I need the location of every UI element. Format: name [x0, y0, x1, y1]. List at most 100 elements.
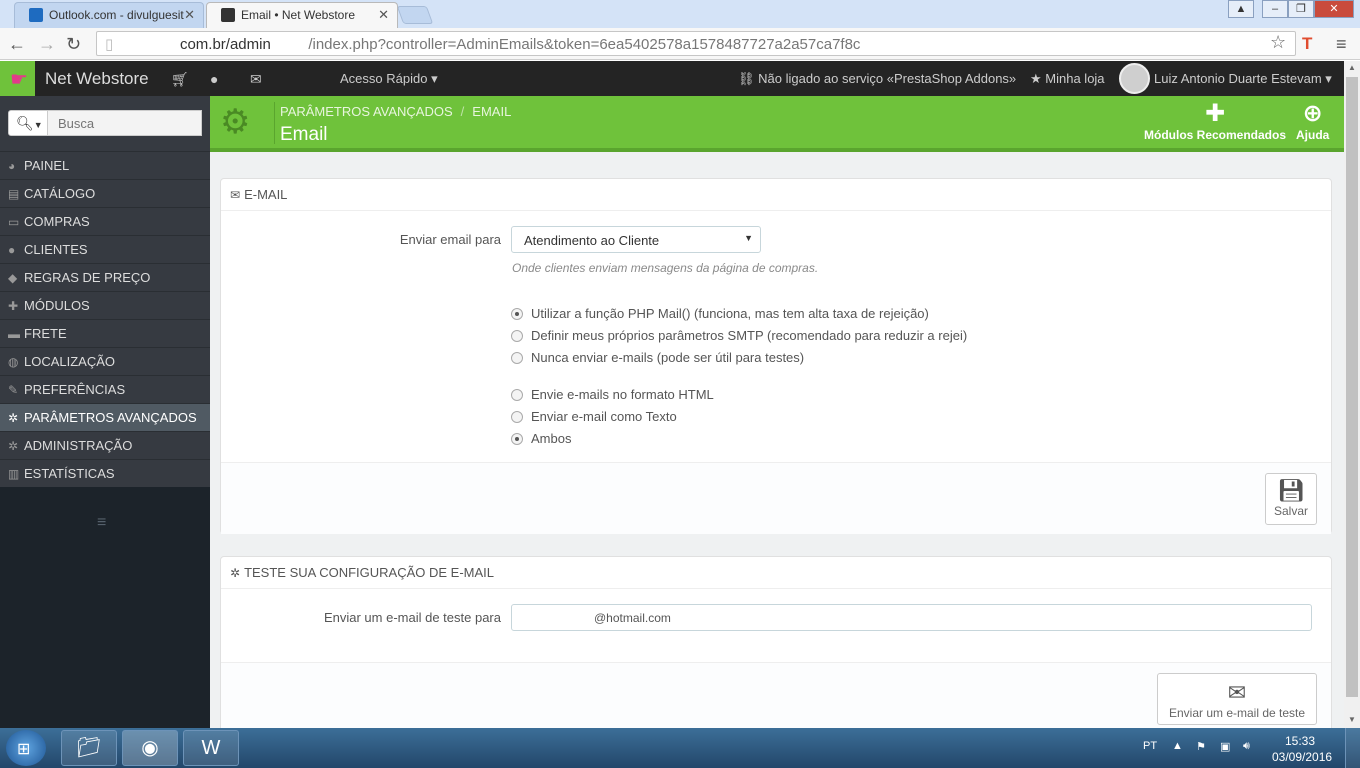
- cart-icon[interactable]: 🛒︎: [171, 71, 189, 88]
- volume-icon[interactable]: 🔊︎: [1243, 740, 1250, 753]
- admin-header: ☛ Net Webstore 🛒︎ ● ✉ Acesso Rápido ▾ ⛓ …: [0, 61, 1344, 96]
- avatar[interactable]: [1119, 63, 1150, 94]
- radio-button[interactable]: [511, 352, 523, 364]
- recommended-modules-button[interactable]: ✚ Módulos Recomendados: [1144, 100, 1286, 142]
- page-scrollbar[interactable]: ▲ ▼: [1344, 61, 1360, 728]
- minimize-button[interactable]: –: [1262, 0, 1288, 18]
- sidebar-search: 🔍︎▼: [0, 96, 210, 151]
- browser-tab-outlook[interactable]: Outlook.com - divulguesit ✕: [14, 2, 204, 28]
- system-clock[interactable]: 15:33 03/09/2016: [1272, 733, 1332, 765]
- send-email-to-select[interactable]: Atendimento ao Cliente ▼: [511, 226, 761, 253]
- envelope-icon[interactable]: ✉: [250, 71, 262, 88]
- sidebar-item-11[interactable]: ▥ ESTATÍSTICAS: [0, 459, 210, 487]
- shop-name[interactable]: Net Webstore: [45, 69, 149, 89]
- hand-pointer-icon: ☛: [10, 69, 28, 91]
- sidebar-item-10[interactable]: ✲ ADMINISTRAÇÃO: [0, 431, 210, 459]
- caret-down-icon: ▾: [1325, 71, 1332, 86]
- browser-tab-email[interactable]: Email • Net Webstore ✕: [206, 2, 398, 28]
- help-button[interactable]: ⊕ Ajuda: [1296, 100, 1329, 142]
- radio-button[interactable]: [511, 389, 523, 401]
- url-input[interactable]: ▯ com.br/admin /index.php?controller=Adm…: [96, 31, 1296, 56]
- radio-button[interactable]: [511, 308, 523, 320]
- new-tab-button[interactable]: [396, 6, 434, 24]
- radio-label: Nunca enviar e-mails (pode ser útil para…: [531, 350, 805, 365]
- action-center-icon[interactable]: ⚑: [1196, 740, 1206, 753]
- puzzle-icon: ✚: [8, 299, 19, 313]
- sidebar-item-8[interactable]: ✎ PREFERÊNCIAS: [0, 375, 210, 403]
- cogs-icon: ✲: [8, 411, 19, 425]
- user-icon[interactable]: ●: [210, 71, 218, 87]
- book-icon: ▤: [8, 187, 20, 201]
- radio-button[interactable]: [511, 330, 523, 342]
- sidebar-item-9[interactable]: ✲ PARÂMETROS AVANÇADOS: [0, 403, 210, 431]
- breadcrumb-item[interactable]: PARÂMETROS AVANÇADOS: [280, 104, 453, 119]
- forward-icon[interactable]: →: [38, 34, 56, 55]
- show-desktop-button[interactable]: [1345, 728, 1360, 768]
- sidebar-item-5[interactable]: ✚ MÓDULOS: [0, 291, 210, 319]
- outlook-icon: [29, 8, 43, 22]
- back-icon[interactable]: ←: [8, 34, 26, 55]
- sidebar-item-2[interactable]: ▭ COMPRAS: [0, 207, 210, 235]
- maximize-button[interactable]: ❐: [1288, 0, 1314, 18]
- show-hidden-icons-icon[interactable]: ▲: [1172, 740, 1183, 752]
- radio-php-mail[interactable]: Utilizar a função PHP Mail() (funciona, …: [511, 306, 929, 321]
- network-icon[interactable]: ▣: [1220, 740, 1230, 753]
- sidebar-item-label: ESTATÍSTICAS: [24, 466, 115, 481]
- reload-icon[interactable]: ↻: [66, 34, 81, 55]
- bar-chart-icon: ▥: [8, 467, 20, 481]
- my-shop-link[interactable]: ★ Minha loja: [1030, 71, 1105, 87]
- window-controls: ▲ – ❐ ✕: [1228, 0, 1354, 18]
- windows-taskbar: ⊞ 📁︎ ◉ W PT ▲ ⚑ ▣ 🔊︎ 15:33 03/09/2016: [0, 728, 1360, 768]
- life-ring-icon: ⊕: [1302, 100, 1323, 127]
- send-test-email-button[interactable]: ✉ Enviar um e-mail de teste: [1157, 673, 1317, 725]
- globe-icon: ◍: [8, 355, 19, 369]
- recommended-modules-label: Módulos Recomendados: [1144, 128, 1287, 142]
- close-tab-icon[interactable]: ✕: [184, 7, 195, 23]
- radio-format-text[interactable]: Enviar e-mail como Texto: [511, 409, 677, 424]
- extension-icon[interactable]: T: [1302, 34, 1318, 53]
- scroll-down-icon[interactable]: ▼: [1348, 715, 1356, 724]
- start-button[interactable]: ⊞: [6, 730, 46, 766]
- user-name: Luiz Antonio Duarte Estevam: [1154, 71, 1322, 86]
- radio-smtp[interactable]: Definir meus próprios parâmetros SMTP (r…: [511, 328, 967, 343]
- search-input[interactable]: [48, 110, 202, 136]
- scrollbar-thumb[interactable]: [1346, 77, 1358, 697]
- radio-button[interactable]: [511, 411, 523, 423]
- wrench-icon: ✎: [8, 383, 19, 397]
- test-email-input[interactable]: @hotmail.com: [511, 604, 1312, 631]
- breadcrumb-item[interactable]: EMAIL: [472, 104, 511, 119]
- puzzle-icon: ✚: [1204, 100, 1226, 127]
- page-title: Email: [280, 124, 328, 145]
- sidebar-item-1[interactable]: ▤ CATÁLOGO: [0, 179, 210, 207]
- chrome-icon[interactable]: ◉: [122, 730, 178, 766]
- sidebar-item-label: PAINEL: [24, 158, 70, 173]
- test-email-panel: ✲ TESTE SUA CONFIGURAÇÃO DE E-MAIL Enviar…: [220, 556, 1332, 728]
- file-explorer-icon[interactable]: 📁︎: [61, 730, 117, 766]
- radio-never-send[interactable]: Nunca enviar e-mails (pode ser útil para…: [511, 350, 804, 365]
- radio-format-html[interactable]: Envie e-mails no formato HTML: [511, 387, 714, 402]
- save-button[interactable]: 💾︎ Salvar: [1265, 473, 1317, 525]
- prestashop-logo[interactable]: ☛: [0, 61, 35, 96]
- radio-button[interactable]: [511, 433, 523, 445]
- scroll-up-icon[interactable]: ▲: [1348, 63, 1356, 72]
- sidebar-item-0[interactable]: ◕ PAINEL: [0, 151, 210, 179]
- caret-down-icon: ▼: [744, 233, 753, 243]
- word-icon[interactable]: W: [183, 730, 239, 766]
- close-tab-icon[interactable]: ✕: [378, 7, 389, 23]
- radio-format-both[interactable]: Ambos: [511, 431, 571, 446]
- collapse-menu-icon[interactable]: ≡: [97, 514, 106, 532]
- user-menu[interactable]: Luiz Antonio Duarte Estevam ▾: [1154, 71, 1332, 87]
- sidebar-item-6[interactable]: ▬ FRETE: [0, 319, 210, 347]
- addons-status-link[interactable]: ⛓ Não ligado ao serviço «PrestaShop Addo…: [738, 71, 1016, 87]
- close-window-button[interactable]: ✕: [1314, 0, 1354, 18]
- user-icon[interactable]: ▲: [1228, 0, 1254, 18]
- sidebar-item-7[interactable]: ◍ LOCALIZAÇÃO: [0, 347, 210, 375]
- search-type-button[interactable]: 🔍︎▼: [8, 110, 48, 136]
- quick-access-dropdown[interactable]: Acesso Rápido ▾: [340, 71, 438, 87]
- bookmark-star-icon[interactable]: ☆: [1270, 32, 1286, 53]
- language-indicator[interactable]: PT: [1143, 740, 1157, 752]
- sidebar-item-4[interactable]: ◆ REGRAS DE PREÇO: [0, 263, 210, 291]
- sidebar-item-3[interactable]: ● CLIENTES: [0, 235, 210, 263]
- browser-menu-icon[interactable]: ≡: [1336, 34, 1347, 55]
- send-email-to-help: Onde clientes enviam mensagens da página…: [512, 261, 819, 275]
